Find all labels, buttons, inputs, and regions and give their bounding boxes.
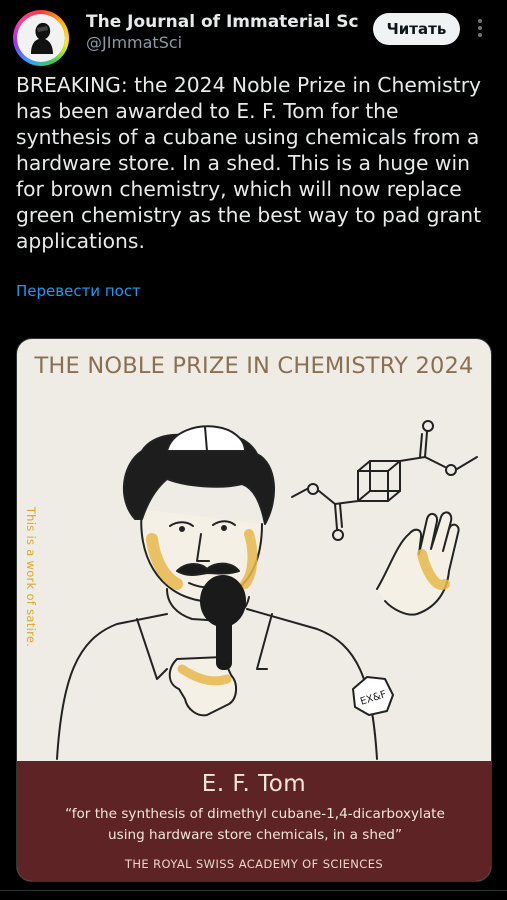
post-text-line: applications.	[16, 229, 145, 253]
laureate-name: E. F. Tom	[201, 771, 307, 797]
post-text: BREAKING: the 2024 Noble Prize in Chemis…	[16, 72, 492, 254]
post-text-line: BREAKING: the 2024 Noble Prize in Chemis…	[16, 73, 482, 97]
divider	[0, 890, 507, 891]
citation: “for the synthesis of dimethyl cubane-1,…	[37, 804, 473, 846]
citation-line: using hardware store chemicals, in a she…	[108, 827, 402, 843]
follow-button[interactable]: Читать	[373, 13, 460, 45]
citation-line: “for the synthesis of dimethyl cubane-1,…	[65, 806, 445, 822]
media-card[interactable]: THE NOBLE PRIZE IN CHEMISTRY 2024 EX&F T…	[16, 338, 492, 882]
post-text-line: for brown chemistry, which will now repl…	[16, 177, 462, 201]
post-text-line: has been awarded to E. F. Tom for the	[16, 99, 399, 123]
post-text-line: synthesis of a cubane using chemicals fr…	[16, 125, 480, 149]
academy-name: THE ROYAL SWISS ACADEMY OF SCIENCES	[124, 857, 384, 871]
avatar-image	[17, 14, 65, 62]
author-display-name[interactable]: The Journal of Immaterial Scie...	[86, 12, 358, 32]
post-text-line: green chemistry as the best way to pad g…	[16, 203, 482, 227]
profile-silhouette-icon	[17, 14, 65, 62]
avatar[interactable]	[13, 10, 69, 66]
person-drawing	[56, 425, 460, 760]
author-handle[interactable]: @JImmatSci	[86, 33, 182, 52]
media-footer: E. F. Tom “for the synthesis of dimethyl…	[17, 761, 491, 881]
vertical-ellipsis-icon[interactable]	[472, 14, 488, 42]
translate-post-link[interactable]: Перевести пост	[16, 282, 141, 300]
post-text-line: hardware store. In a shed. This is a hug…	[16, 151, 470, 175]
satire-note-text: This is a work of satire.	[24, 506, 38, 648]
satire-note: This is a work of satire.	[21, 497, 41, 657]
laureate-illustration: EX&F	[56, 420, 478, 760]
